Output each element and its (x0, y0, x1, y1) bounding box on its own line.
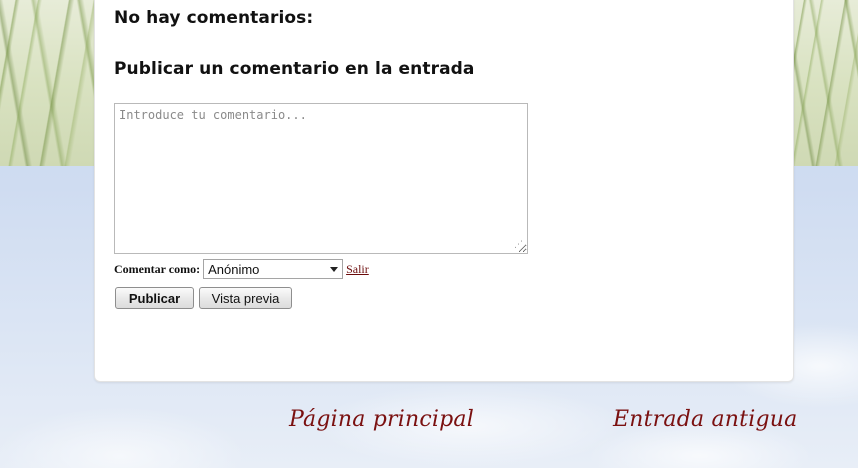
post-comment-heading: Publicar un comentario en la entrada (114, 59, 475, 79)
background-grass-left (0, 0, 95, 166)
chevron-down-icon (330, 266, 339, 272)
identity-selected-value: Anónimo (208, 261, 260, 277)
comment-textarea[interactable] (114, 103, 528, 254)
background-grass-right (792, 0, 858, 166)
identity-select[interactable]: Anónimo (203, 259, 344, 279)
older-post-link[interactable]: Entrada antigua (613, 407, 797, 432)
comment-as-row: Comentar como: Anónimo Salir (114, 259, 369, 279)
publish-button[interactable]: Publicar (115, 287, 194, 309)
comment-as-label: Comentar como: (114, 261, 201, 276)
home-page-link[interactable]: Página principal (289, 407, 474, 432)
preview-button[interactable]: Vista previa (199, 287, 292, 309)
logout-link[interactable]: Salir (346, 262, 369, 277)
no-comments-heading: No hay comentarios: (114, 8, 314, 28)
